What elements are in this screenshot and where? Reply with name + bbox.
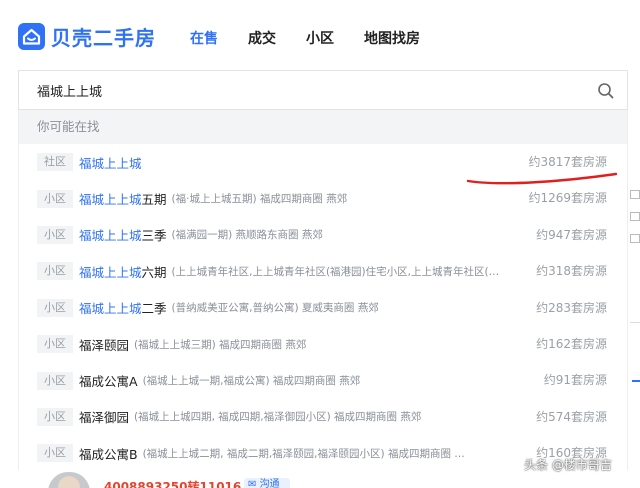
- row-type-tag: 小区: [37, 335, 73, 354]
- row-name: 福城上上城五期: [79, 189, 167, 208]
- background-checkboxes: [630, 190, 640, 256]
- search-icon[interactable]: [597, 82, 615, 100]
- row-type-tag: 小区: [37, 262, 73, 281]
- nav-item-communities[interactable]: 小区: [306, 28, 334, 48]
- row-name-rest: 五期: [141, 192, 167, 208]
- row-name: 福城上上城六期: [79, 262, 167, 281]
- suggestion-row[interactable]: 小区 福泽颐园 (福城上上城三期) 福成四期商圈 燕郊 约162套房源: [19, 326, 627, 362]
- suggestion-row[interactable]: 社区 福城上上城 约3817套房源: [19, 144, 627, 180]
- nav-item-sold[interactable]: 成交: [248, 28, 276, 48]
- logo[interactable]: 贝壳二手房: [18, 22, 156, 51]
- row-name: 福城上上城二季: [79, 298, 167, 317]
- suggestion-row[interactable]: 小区 福城上上城三季 (福满园一期) 燕顺路东商圈 燕郊 约947套房源: [19, 217, 627, 253]
- nav-item-map-search[interactable]: 地图找房: [364, 28, 420, 48]
- row-name-highlight: 福城上上城: [79, 228, 142, 244]
- row-name: 福泽颐园: [79, 335, 129, 354]
- watermark: 头条 @楼市哥吉: [524, 458, 612, 472]
- row-description: (福满园一期) 燕顺路东商圈 燕郊: [171, 229, 323, 242]
- row-description: (普纳威美亚公寓,普纳公寓) 夏威夷商圈 燕郊: [171, 302, 379, 315]
- background-checkbox: [630, 234, 640, 243]
- row-name-highlight: 福城上上城: [79, 155, 142, 171]
- row-name-rest: 福泽颐园: [79, 337, 130, 353]
- row-name: 福泽御园: [79, 407, 129, 426]
- agent-phone[interactable]: 4008893250转11016: [104, 478, 241, 488]
- suggestion-hint: 你可能在找: [19, 110, 627, 144]
- row-type-tag: 小区: [37, 189, 73, 208]
- nav-item-for-sale[interactable]: 在售: [190, 28, 218, 48]
- row-name-highlight: 福城上上城: [79, 192, 142, 208]
- row-name: 福成公寓A: [79, 371, 138, 390]
- row-name-rest: 六期: [141, 264, 167, 280]
- suggestion-row[interactable]: 小区 福成公寓A (福城上上城一期,福成公寓) 福成四期商圈 燕郊 约91套房源: [19, 362, 627, 398]
- brand-name: 贝壳二手房: [51, 26, 156, 50]
- row-listing-count: 约3817套房源: [528, 155, 607, 169]
- header: 贝壳二手房 在售 成交 小区 地图找房: [0, 0, 640, 70]
- row-description: (福城上上城四期, 福成四期,福泽御园小区) 福成四期商圈 燕郊: [134, 411, 422, 424]
- row-listing-count: 约947套房源: [536, 227, 607, 242]
- row-type-tag: 小区: [37, 371, 73, 390]
- row-description: (福城上上城一期,福成公寓) 福成四期商圈 燕郊: [142, 375, 361, 388]
- suggestion-row[interactable]: 小区 福城上上城六期 (上上城青年社区,上上城青年社区(福港园)住宅小区,上上城青年…: [19, 253, 627, 289]
- suggestion-row[interactable]: 小区 福泽御园 (福城上上城四期, 福成四期,福泽御园小区) 福成四期商圈 燕郊 约5…: [19, 399, 627, 435]
- row-name: 福成公寓B: [79, 444, 138, 463]
- chat-button[interactable]: ✉ 沟通: [244, 478, 290, 488]
- background-checkbox: [630, 212, 640, 221]
- row-listing-count: 约574套房源: [536, 409, 607, 424]
- row-name-rest: 二季: [141, 301, 167, 317]
- suggestion-list: 社区 福城上上城 约3817套房源 小区 福城上上城五期 (福·城上上城五期) 福成四期商…: [19, 144, 627, 472]
- search-box: [18, 70, 628, 110]
- row-name-highlight: 福城上上城: [79, 301, 142, 317]
- row-name: 福城上上城: [79, 153, 142, 172]
- search-input[interactable]: [37, 71, 577, 109]
- row-description: (福城上上城三期) 福成四期商圈 燕郊: [134, 338, 307, 351]
- row-type-tag: 小区: [37, 298, 73, 317]
- house-logo-icon: [18, 23, 45, 50]
- row-description: (福城上上城二期, 福成二期,福泽颐园,福泽颐园小区) 福成四期商圈 燕郊: [142, 447, 473, 460]
- row-listing-count: 约1269套房源: [528, 191, 607, 206]
- row-name: 福城上上城三季: [79, 225, 167, 244]
- row-name-rest: 福成公寓B: [79, 446, 138, 462]
- row-type-tag: 小区: [37, 407, 73, 426]
- row-type-tag: 社区: [37, 153, 73, 172]
- suggestion-row[interactable]: 小区 福城上上城五期 (福·城上上城五期) 福成四期商圈 燕郊 约1269套房源: [19, 180, 627, 216]
- row-name-rest: 福泽御园: [79, 410, 130, 426]
- row-type-tag: 小区: [37, 444, 73, 463]
- background-accent: [632, 380, 640, 382]
- row-name-rest: 福成公寓A: [79, 374, 138, 390]
- main-nav: 在售 成交 小区 地图找房: [190, 28, 450, 48]
- row-type-tag: 小区: [37, 225, 73, 244]
- background-checkbox: [630, 190, 640, 199]
- row-listing-count: 约283套房源: [536, 300, 607, 315]
- row-description: (上上城青年社区,上上城青年社区(福港园)住宅小区,上上城青年社区(福...: [171, 265, 502, 278]
- chat-icon: ✉: [248, 479, 260, 488]
- page: 贝壳二手房 在售 成交 小区 地图找房 你可能在找 社区福城上上城约3817套房…: [0, 0, 640, 488]
- agent-face: [58, 476, 80, 488]
- row-listing-count: 约318套房源: [536, 264, 607, 279]
- row-name-rest: 三季: [141, 228, 167, 244]
- row-listing-count: 约91套房源: [543, 373, 607, 388]
- row-description: (福·城上上城五期) 福成四期商圈 燕郊: [171, 193, 348, 206]
- chat-label: 沟通: [259, 479, 280, 488]
- row-listing-count: 约162套房源: [536, 336, 607, 351]
- row-name-highlight: 福城上上城: [79, 264, 142, 280]
- background-divider: [630, 322, 640, 323]
- suggestion-row[interactable]: 小区 福城上上城二季 (普纳威美亚公寓,普纳公寓) 夏威夷商圈 燕郊 约283套房源: [19, 290, 627, 326]
- suggestion-dropdown: 你可能在找 社区 福城上上城 约3817套房源 小区 福城上上城五期 (福·城上上城五期)…: [18, 110, 628, 470]
